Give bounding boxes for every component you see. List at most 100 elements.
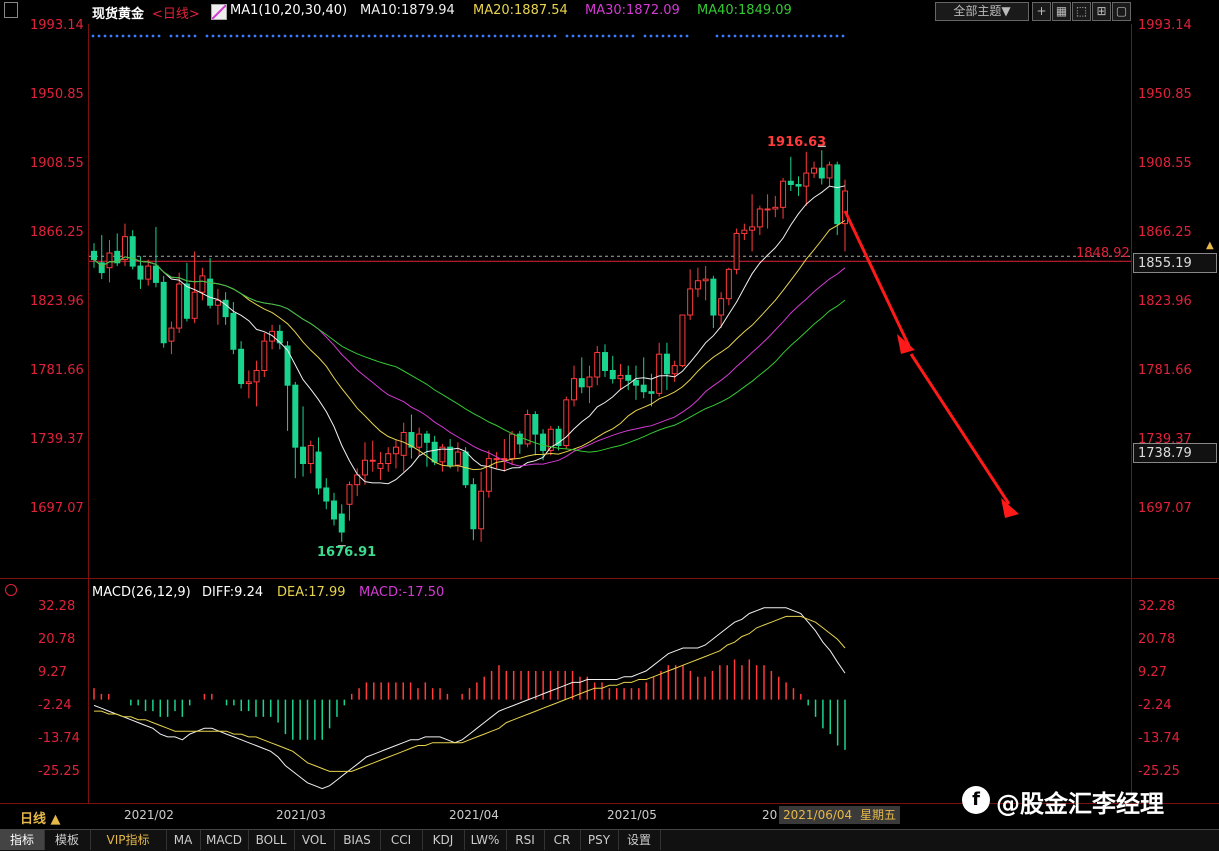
tab-11[interactable]: RSI [506, 830, 545, 850]
event-dot [133, 34, 137, 38]
candle-body [238, 348, 245, 385]
event-dot [517, 34, 521, 38]
candle-body [307, 445, 314, 464]
candle-body [803, 172, 810, 187]
candle-body [121, 236, 128, 261]
candlestick-chart[interactable] [89, 24, 1131, 578]
price-tick-r-1: 1950.85 [1138, 87, 1192, 102]
split-icon[interactable]: ⊞ [1092, 2, 1111, 21]
forecast-arrowhead [1001, 498, 1019, 518]
candle [300, 406, 307, 477]
candle-body [145, 265, 152, 280]
event-dot [763, 34, 767, 38]
tab-2[interactable]: VIP指标 [90, 830, 167, 850]
event-dot [631, 34, 635, 38]
candle-body [245, 381, 252, 385]
candle-body [663, 353, 670, 375]
candle [214, 288, 221, 325]
ma30-value: MA30:1872.09 [585, 3, 680, 18]
candle [772, 195, 779, 218]
event-dot [613, 34, 617, 38]
tab-8[interactable]: CCI [380, 830, 423, 850]
tab-13[interactable]: PSY [580, 830, 619, 850]
tab-10[interactable]: LW% [464, 830, 507, 850]
crosshair-icon[interactable]: + [1032, 2, 1051, 21]
close-icon[interactable]: ▢ [1112, 2, 1131, 21]
event-dot [391, 34, 395, 38]
event-dot [811, 34, 815, 38]
tab-5[interactable]: BOLL [248, 830, 295, 850]
candle-body [183, 283, 190, 319]
candle-body [725, 268, 732, 300]
high-price-label: 1916.63 [767, 135, 827, 150]
macd-tick-l-1: 20.78 [38, 632, 76, 647]
candle [764, 194, 771, 229]
tab-4[interactable]: MACD [200, 830, 249, 850]
tab-12[interactable]: CR [544, 830, 581, 850]
candle [749, 194, 756, 252]
candle [563, 396, 570, 449]
candle-body [431, 441, 438, 463]
tab-3[interactable]: MA [166, 830, 201, 850]
theme-dropdown[interactable]: 全部主题▼ [935, 2, 1029, 21]
candle [811, 161, 818, 178]
cursor-date: 2021/06/04 [783, 808, 853, 822]
macd-tick-r-2: 9.27 [1138, 665, 1167, 681]
candle [408, 414, 415, 459]
period-toggle[interactable]: 日线 ▲ [20, 808, 61, 827]
event-dot [463, 34, 467, 38]
tab-6[interactable]: VOL [294, 830, 335, 850]
zoom-icon[interactable]: ⬚ [1072, 2, 1091, 21]
candle-body [601, 352, 608, 371]
candle [307, 440, 314, 474]
ma-settings-icon[interactable] [211, 4, 227, 20]
candle [331, 492, 338, 526]
event-dot [601, 34, 605, 38]
tab-14[interactable]: 设置 [618, 830, 661, 850]
period-selector[interactable]: <日线> [152, 3, 200, 22]
candle [710, 275, 717, 329]
candle-body [540, 433, 547, 451]
event-dot [481, 34, 485, 38]
event-dot [499, 34, 503, 38]
candle [152, 226, 159, 288]
watermark-text: @股金汇李经理 [996, 790, 1164, 818]
event-dot [841, 34, 845, 38]
event-dot [793, 34, 797, 38]
menu-icon[interactable] [4, 2, 18, 18]
candle [733, 228, 740, 275]
candle [238, 341, 245, 389]
tab-0[interactable]: 指标 [0, 830, 45, 850]
candle-body [338, 513, 345, 533]
price-tick-l-4: 1823.96 [30, 294, 84, 310]
candle-body [509, 433, 516, 460]
event-dot [595, 34, 599, 38]
event-dot [475, 34, 479, 38]
candle-body [478, 490, 485, 530]
cursor-date-box: 2021/06/04 星期五 [779, 806, 901, 824]
candle-body [679, 314, 686, 367]
event-dot [181, 34, 185, 38]
event-dot [619, 34, 623, 38]
event-dot [187, 34, 191, 38]
candle [671, 360, 678, 382]
candle [129, 230, 136, 270]
candle [485, 450, 492, 498]
event-dot [415, 34, 419, 38]
event-dot [271, 34, 275, 38]
macd-tick-l-3: -2.24 [38, 698, 72, 714]
candle [400, 422, 407, 472]
macd-chart[interactable] [89, 579, 1131, 803]
tab-1[interactable]: 模板 [44, 830, 91, 850]
event-dot [529, 34, 533, 38]
event-dot [367, 34, 371, 38]
candle-body [152, 265, 159, 283]
grid-icon[interactable]: ▦ [1052, 2, 1071, 21]
tab-9[interactable]: KDJ [422, 830, 465, 850]
forecast-arrow-segment [909, 353, 1011, 505]
macd-settings-icon[interactable] [5, 584, 17, 596]
candle [261, 332, 268, 378]
candle [168, 321, 175, 355]
candle-body [842, 190, 848, 225]
tab-7[interactable]: BIAS [334, 830, 381, 850]
